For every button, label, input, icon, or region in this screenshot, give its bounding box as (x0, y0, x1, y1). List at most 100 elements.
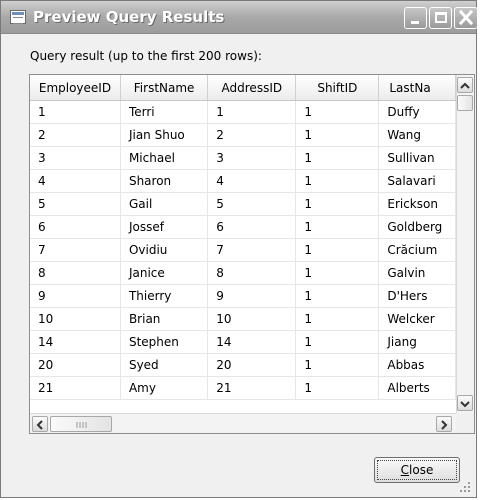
cell[interactable]: 2 (30, 123, 121, 147)
cell[interactable]: 20 (30, 353, 121, 377)
column-header-shiftid[interactable]: ShiftID (295, 75, 380, 101)
column-header-addressid[interactable]: AddressID (207, 75, 297, 101)
cell[interactable]: 8 (30, 261, 121, 285)
column-header-firstname[interactable]: FirstName (120, 75, 209, 101)
cell[interactable]: 1 (295, 123, 380, 147)
cell[interactable]: 7 (207, 238, 297, 262)
cell[interactable]: Welcker (378, 307, 456, 331)
table-row[interactable]: 1 Terri 1 1 Duffy (30, 100, 456, 124)
cell[interactable]: Janice (120, 261, 209, 285)
table-row[interactable]: 7 Ovidiu 7 1 Crăcium (30, 238, 456, 262)
cell[interactable]: Crăcium (378, 238, 456, 262)
table-row[interactable]: 5 Gail 5 1 Erickson (30, 192, 456, 216)
results-grid[interactable]: EmployeeID FirstName AddressID ShiftID L… (29, 74, 475, 434)
maximize-button[interactable] (429, 7, 452, 29)
table-row[interactable]: 4 Sharon 4 1 Salavari (30, 169, 456, 193)
cell[interactable]: 9 (30, 284, 121, 308)
table-row[interactable]: 2 Jian Shuo 2 1 Wang (30, 123, 456, 147)
cell[interactable]: Gail (120, 192, 209, 216)
cell[interactable]: Terri (120, 100, 209, 124)
cell[interactable]: 1 (295, 169, 380, 193)
cell[interactable]: 6 (30, 215, 121, 239)
minimize-button[interactable] (404, 7, 427, 29)
cell[interactable]: 1 (295, 100, 380, 124)
cell[interactable]: 1 (295, 284, 380, 308)
cell[interactable]: 4 (207, 169, 297, 193)
cell[interactable]: 4 (30, 169, 121, 193)
title-bar[interactable]: Preview Query Results (1, 1, 478, 34)
cell[interactable]: Thierry (120, 284, 209, 308)
table-row[interactable]: 10 Brian 10 1 Welcker (30, 307, 456, 331)
vertical-scrollbar[interactable] (456, 75, 474, 413)
cell[interactable]: 7 (30, 238, 121, 262)
table-row[interactable]: 9 Thierry 9 1 D'Hers (30, 284, 456, 308)
table-row[interactable]: 20 Syed 20 1 Abbas (30, 353, 456, 377)
cell[interactable]: Duffy (378, 100, 456, 124)
cell[interactable]: 1 (295, 376, 380, 400)
cell[interactable]: 9 (207, 284, 297, 308)
cell[interactable]: 1 (295, 330, 380, 354)
resize-grip-icon[interactable] (459, 481, 471, 493)
cell[interactable]: Stephen (120, 330, 209, 354)
arrow-right-icon (441, 420, 448, 430)
cell[interactable]: Salavari (378, 169, 456, 193)
horizontal-scroll-thumb[interactable] (50, 416, 112, 432)
cell[interactable]: 5 (207, 192, 297, 216)
cell[interactable]: Sharon (120, 169, 209, 193)
cell[interactable]: 8 (207, 261, 297, 285)
scroll-down-button[interactable] (457, 395, 473, 411)
cell[interactable]: Goldberg (378, 215, 456, 239)
cell[interactable]: 1 (30, 100, 121, 124)
horizontal-scrollbar[interactable] (30, 413, 456, 433)
cell[interactable]: Sullivan (378, 146, 456, 170)
cell[interactable]: Michael (120, 146, 209, 170)
arrow-up-icon (460, 82, 470, 89)
scroll-right-button[interactable] (436, 416, 452, 432)
cell[interactable]: 3 (207, 146, 297, 170)
cell[interactable]: 1 (295, 192, 380, 216)
scroll-left-button[interactable] (32, 416, 48, 432)
close-window-button[interactable] (454, 7, 478, 29)
cell[interactable]: 10 (207, 307, 297, 331)
cell[interactable]: 1 (295, 146, 380, 170)
cell[interactable]: 6 (207, 215, 297, 239)
cell[interactable]: 3 (30, 146, 121, 170)
cell[interactable]: Amy (120, 376, 209, 400)
vertical-scroll-thumb[interactable] (457, 95, 473, 111)
cell[interactable]: Jiang (378, 330, 456, 354)
cell[interactable]: 5 (30, 192, 121, 216)
cell[interactable]: Brian (120, 307, 209, 331)
cell[interactable]: 1 (207, 100, 297, 124)
scroll-up-button[interactable] (457, 77, 473, 93)
table-row[interactable]: 3 Michael 3 1 Sullivan (30, 146, 456, 170)
cell[interactable]: 21 (30, 376, 121, 400)
cell[interactable]: Abbas (378, 353, 456, 377)
cell[interactable]: Syed (120, 353, 209, 377)
cell[interactable]: 1 (295, 353, 380, 377)
column-header-lastname[interactable]: LastNa (378, 75, 456, 101)
cell[interactable]: Ovidiu (120, 238, 209, 262)
cell[interactable]: 1 (295, 215, 380, 239)
cell[interactable]: 14 (30, 330, 121, 354)
cell[interactable]: 21 (207, 376, 297, 400)
close-button[interactable]: Close (374, 457, 460, 483)
cell[interactable]: Alberts (378, 376, 456, 400)
cell[interactable]: 1 (295, 261, 380, 285)
cell[interactable]: 10 (30, 307, 121, 331)
cell[interactable]: 14 (207, 330, 297, 354)
cell[interactable]: 1 (295, 307, 380, 331)
table-row[interactable]: 6 Jossef 6 1 Goldberg (30, 215, 456, 239)
cell[interactable]: Erickson (378, 192, 456, 216)
table-row[interactable]: 8 Janice 8 1 Galvin (30, 261, 456, 285)
column-header-employeeid[interactable]: EmployeeID (30, 75, 121, 101)
cell[interactable]: 2 (207, 123, 297, 147)
cell[interactable]: 1 (295, 238, 380, 262)
table-row[interactable]: 14 Stephen 14 1 Jiang (30, 330, 456, 354)
cell[interactable]: Wang (378, 123, 456, 147)
cell[interactable]: Jossef (120, 215, 209, 239)
table-row[interactable]: 21 Amy 21 1 Alberts (30, 376, 456, 400)
cell[interactable]: 20 (207, 353, 297, 377)
cell[interactable]: Jian Shuo (120, 123, 209, 147)
cell[interactable]: D'Hers (378, 284, 456, 308)
cell[interactable]: Galvin (378, 261, 456, 285)
